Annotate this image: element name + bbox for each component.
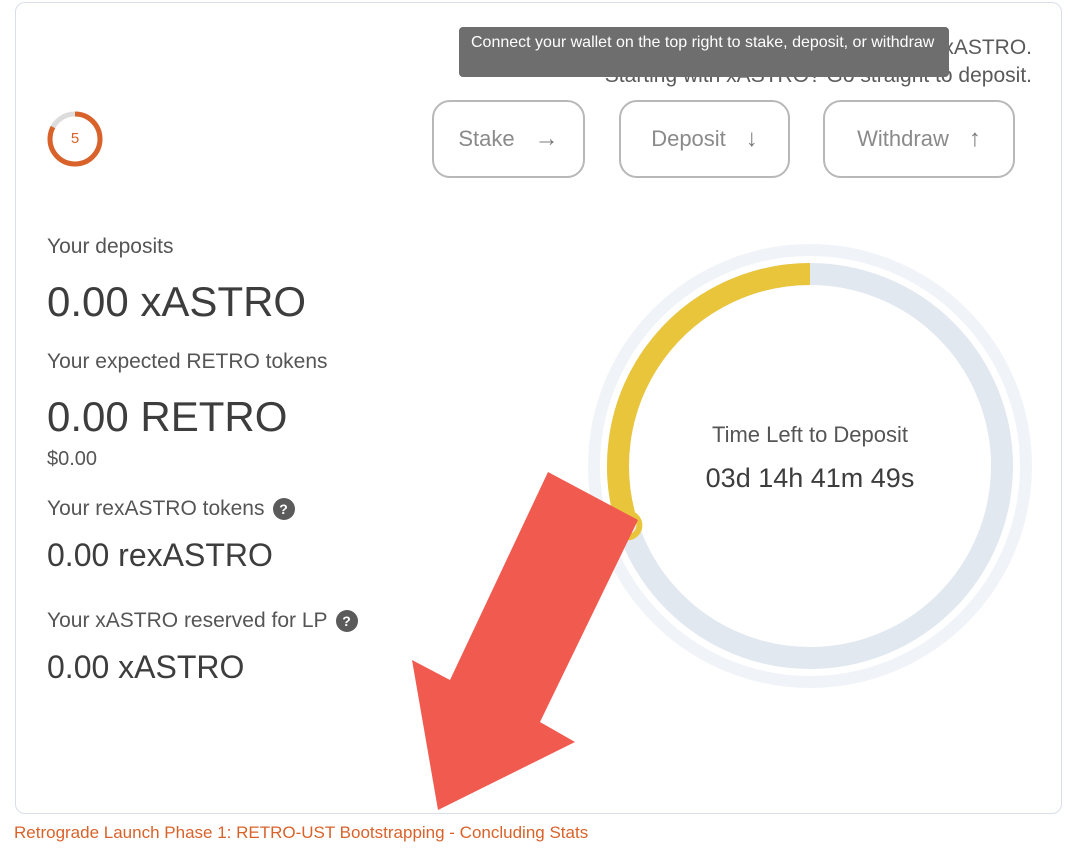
rexastro-help-icon[interactable]: ? (272, 498, 295, 520)
retro-label: Your expected RETRO tokens (47, 350, 328, 374)
withdraw-button[interactable]: Withdraw ↑ (823, 100, 1015, 178)
lp-label-text: Your xASTRO reserved for LP (47, 609, 328, 632)
stake-button[interactable]: Stake → (432, 100, 585, 178)
arrow-right-icon: → (534, 125, 559, 152)
lp-label: Your xASTRO reserved for LP ? (47, 609, 358, 633)
deposits-label-text: Your deposits (47, 235, 174, 258)
step-number: 5 (70, 130, 80, 147)
timer-label: Time Left to Deposit (711, 422, 909, 447)
retro-usd-value: $0.00 (47, 448, 98, 470)
retro-label-text: Your expected RETRO tokens (47, 350, 328, 373)
connect-wallet-tooltip: Connect your wallet on the top right to … (459, 27, 949, 77)
lp-help-icon[interactable]: ? (335, 610, 358, 632)
rexastro-label: Your rexASTRO tokens ? (47, 497, 295, 521)
withdraw-button-label: Withdraw (857, 126, 949, 151)
step-indicator: 5 (46, 110, 104, 168)
annotation-arrow-icon (412, 472, 638, 810)
deposit-button-label: Deposit (651, 126, 726, 151)
retro-value: 0.00 RETRO (47, 393, 288, 440)
footer-phase-link[interactable]: Retrograde Launch Phase 1: RETRO-UST Boo… (14, 823, 588, 843)
stake-button-label: Stake (458, 126, 515, 151)
arrow-up-icon: ↑ (968, 125, 981, 152)
rexastro-label-text: Your rexASTRO tokens (47, 497, 265, 520)
deposits-label: Your deposits (47, 235, 173, 259)
deposits-value: 0.00 xASTRO (47, 278, 307, 325)
lp-value: 0.00 xASTRO (47, 649, 245, 685)
arrow-down-icon: ↓ (745, 125, 758, 152)
deposit-button[interactable]: Deposit ↓ (619, 100, 790, 178)
rexastro-value: 0.00 rexASTRO (47, 537, 273, 573)
